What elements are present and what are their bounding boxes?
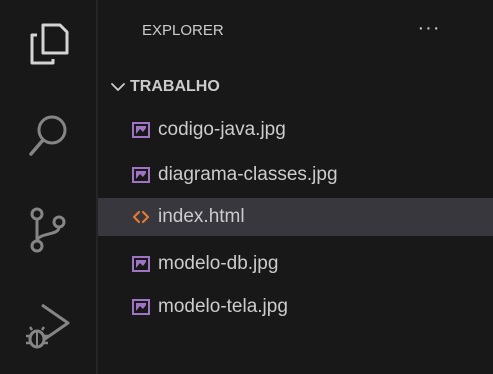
file-item-diagrama-classes[interactable]: diagrama-classes.jpg — [98, 156, 493, 194]
image-file-icon — [132, 256, 150, 272]
file-label: modelo-db.jpg — [158, 253, 279, 274]
activity-explorer-button[interactable] — [18, 14, 78, 74]
chevron-down-icon — [111, 83, 125, 91]
source-control-icon — [30, 207, 66, 253]
file-item-modelo-db[interactable]: modelo-db.jpg — [98, 245, 493, 283]
explorer-sidebar: EXPLORER ··· TRABALHO codigo-java.jpg di… — [98, 0, 493, 374]
more-actions-button[interactable]: ··· — [412, 14, 446, 48]
activity-run-debug-button[interactable] — [18, 296, 78, 356]
file-label: index.html — [158, 206, 245, 227]
image-file-icon — [132, 299, 150, 315]
activity-source-control-button[interactable] — [18, 200, 78, 260]
activity-bar — [0, 0, 96, 374]
file-item-modelo-tela[interactable]: modelo-tela.jpg — [98, 288, 493, 326]
search-icon — [29, 115, 67, 156]
file-label: codigo-java.jpg — [158, 119, 286, 140]
activity-search-button[interactable] — [18, 105, 78, 165]
file-item-codigo-java[interactable]: codigo-java.jpg — [98, 111, 493, 149]
file-item-index-html[interactable]: index.html — [98, 198, 493, 236]
files-icon — [30, 23, 69, 65]
workspace-folder-header[interactable]: TRABALHO — [98, 71, 493, 103]
workspace-folder-name: TRABALHO — [130, 78, 220, 95]
explorer-header: EXPLORER ··· — [98, 0, 493, 66]
file-label: modelo-tela.jpg — [158, 296, 288, 317]
run-debug-icon — [26, 303, 70, 349]
image-file-icon — [132, 167, 150, 183]
image-file-icon — [132, 122, 150, 138]
html-file-icon — [132, 210, 150, 224]
vscode-window: EXPLORER ··· TRABALHO codigo-java.jpg di… — [0, 0, 493, 374]
explorer-title: EXPLORER — [142, 22, 224, 39]
file-label: diagrama-classes.jpg — [158, 164, 338, 185]
